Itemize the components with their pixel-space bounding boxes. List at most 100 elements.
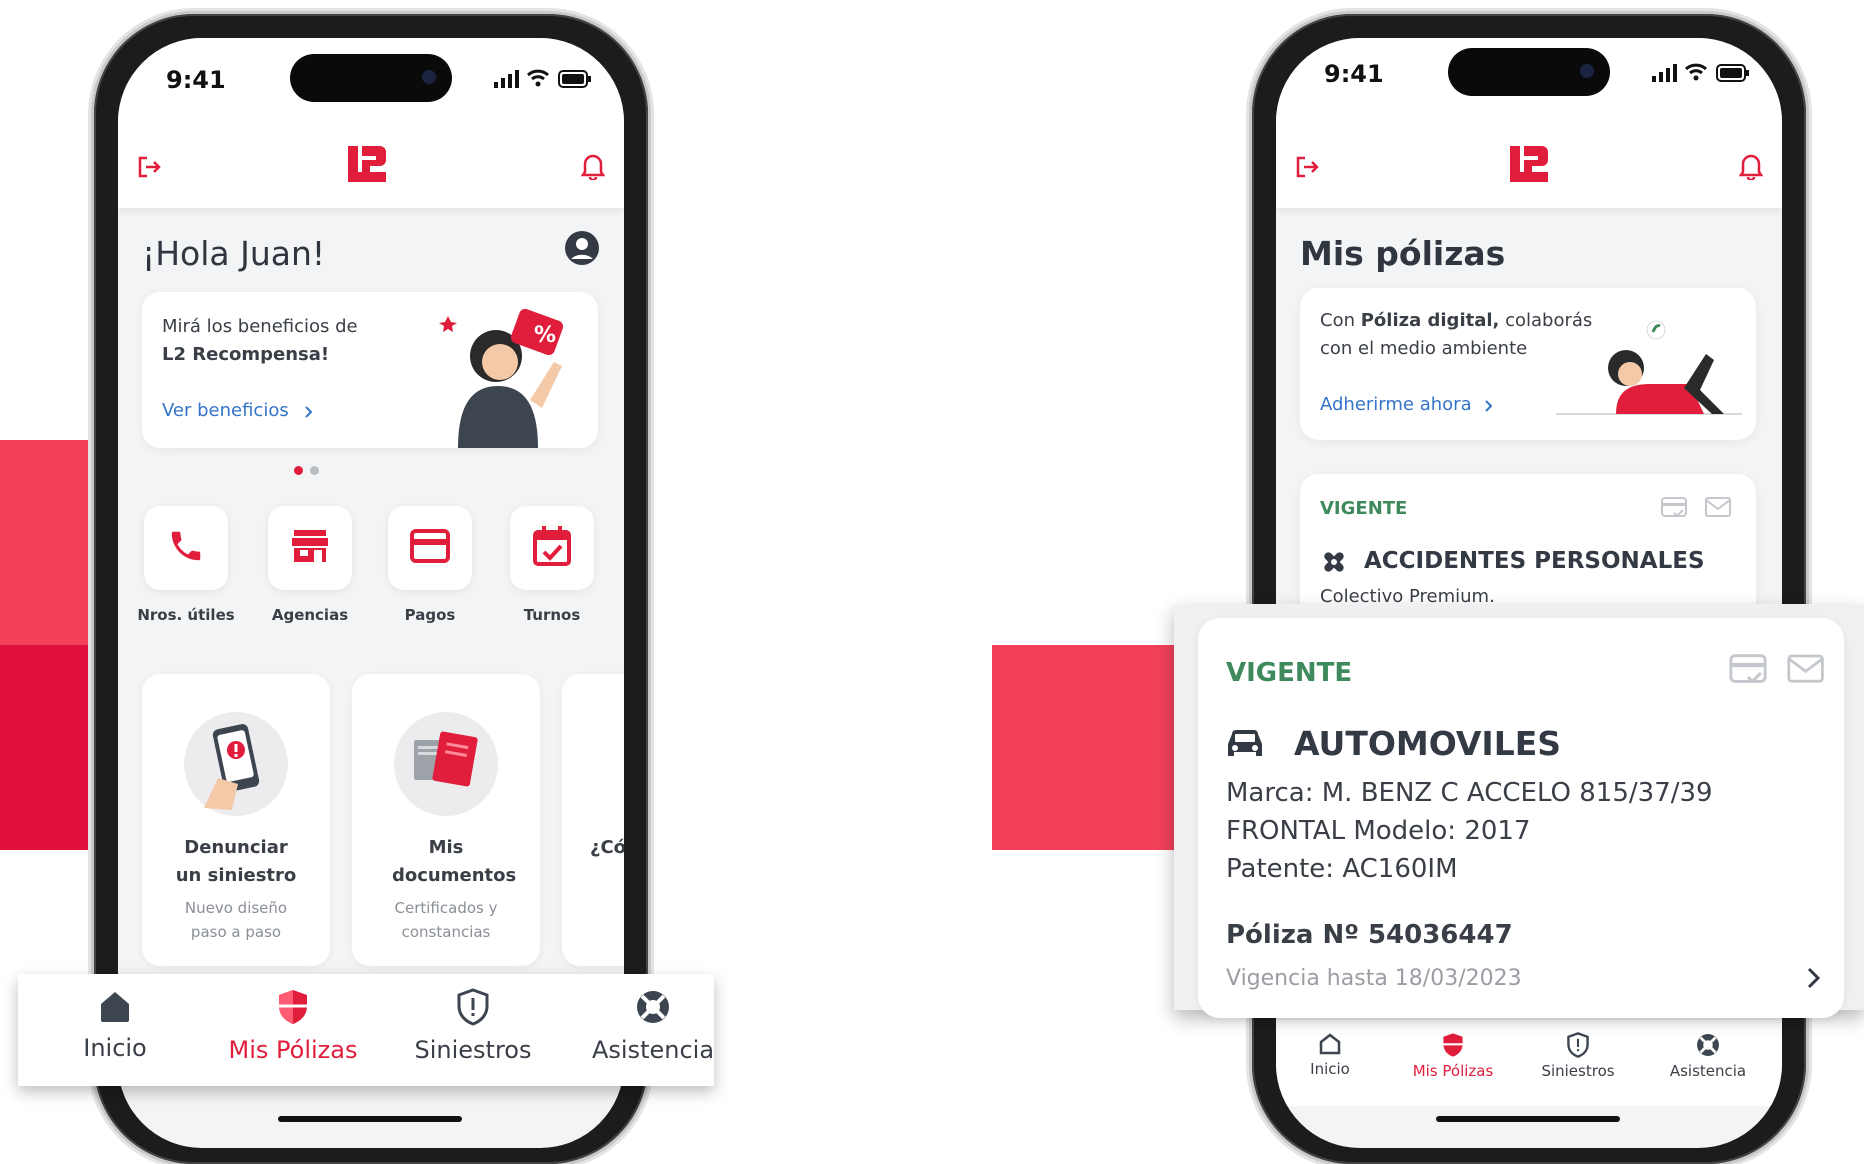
quick-action-label: Turnos <box>523 606 581 624</box>
adhere-now-link[interactable]: Adherirme ahora <box>1320 394 1472 415</box>
promo-banner[interactable]: Mirá los beneficios de L2 Recompensa! Ve… <box>142 292 598 448</box>
expanded-policy-panel: VIGENTE AUTOMOVILES Marca: M. BENZ C ACC… <box>1174 604 1864 1018</box>
policy-category: ACCIDENTES PERSONALES <box>1364 548 1705 574</box>
nav-item-asistencia[interactable]: Asistencia <box>578 988 728 1064</box>
banner-line2: con el medio ambiente <box>1320 338 1528 359</box>
digital-card-icon[interactable] <box>1728 652 1768 692</box>
battery-icon <box>1716 64 1750 86</box>
nav-label: Mis Pólizas <box>228 1036 358 1064</box>
percent-badge: % <box>534 323 556 348</box>
bell-icon[interactable] <box>580 152 606 184</box>
shield-alert-icon <box>456 988 490 1030</box>
app-header <box>1276 128 1782 208</box>
brand-logo <box>1508 144 1550 188</box>
feature-card-title: Denunciar un siniestro <box>175 837 297 886</box>
banner-bold: Póliza digital, <box>1360 310 1500 331</box>
see-benefits-link[interactable]: Ver beneficios <box>162 400 289 421</box>
calendar-check-icon <box>533 526 571 570</box>
feature-card-my-documents[interactable]: Mis documentos Certificados y constancia… <box>352 674 540 966</box>
decorative-red-block <box>992 645 1202 850</box>
policy-card-personal-accidents[interactable]: VIGENTE ACCIDENTES PERSONALES Colectivo … <box>1300 474 1756 624</box>
policy-number: Póliza Nº 54036447 <box>1226 920 1513 950</box>
wifi-icon <box>526 68 550 92</box>
credit-card-icon <box>410 529 450 567</box>
app-header <box>118 128 624 208</box>
lifebuoy-icon <box>634 991 672 1030</box>
nav-item-siniestros[interactable]: Siniestros <box>1526 1032 1630 1080</box>
home-indicator <box>1436 1116 1620 1122</box>
digital-card-icon[interactable] <box>1660 496 1688 524</box>
quick-action-phone[interactable] <box>144 506 228 590</box>
carousel-dot[interactable] <box>310 466 319 475</box>
nav-label: Siniestros <box>414 1036 532 1064</box>
digital-policy-banner[interactable]: Con Póliza digital, colaborás con el med… <box>1300 288 1756 440</box>
feature-card-report-claim[interactable]: Denunciar un siniestro Nuevo diseño paso… <box>142 674 330 966</box>
policy-plate-line: Patente: AC160IM <box>1226 854 1458 884</box>
phone-alert-illustration <box>184 712 288 816</box>
shield-icon <box>1441 1033 1465 1062</box>
woman-lying-illustration <box>1556 318 1742 422</box>
logout-icon[interactable] <box>136 154 162 184</box>
quick-action-label: Nros. útiles <box>137 606 235 624</box>
page-title: Mis pólizas <box>1300 234 1506 273</box>
wifi-icon <box>1684 62 1708 86</box>
quick-action-payments[interactable] <box>388 506 472 590</box>
car-icon <box>1226 728 1264 764</box>
nav-item-asistencia[interactable]: Asistencia <box>1656 1032 1760 1080</box>
shield-icon <box>276 990 310 1030</box>
quick-action-label: Pagos <box>404 606 456 624</box>
nav-label: Asistencia <box>591 1036 715 1064</box>
policy-valid-until: Vigencia hasta 18/03/2023 <box>1226 966 1522 991</box>
policy-model-line: FRONTAL Modelo: 2017 <box>1226 816 1531 846</box>
nav-item-inicio[interactable]: Inicio <box>1290 1032 1370 1078</box>
chevron-right-icon <box>304 404 314 423</box>
lifebuoy-icon <box>1695 1034 1721 1062</box>
chevron-right-icon <box>1484 398 1494 417</box>
logout-icon[interactable] <box>1294 154 1320 184</box>
nav-item-mis-polizas[interactable]: Mis Pólizas <box>208 988 378 1064</box>
signal-icon <box>494 70 520 92</box>
nav-item-mis-polizas[interactable]: Mis Pólizas <box>1396 1032 1510 1080</box>
status-bar: 9:41 <box>118 38 624 128</box>
policy-status-badge: VIGENTE <box>1320 498 1408 519</box>
carousel-dot-active[interactable] <box>294 466 303 475</box>
status-time: 9:41 <box>166 66 226 94</box>
bell-icon[interactable] <box>1738 152 1764 184</box>
email-send-icon[interactable] <box>1786 652 1828 692</box>
chevron-right-icon[interactable] <box>1806 966 1822 994</box>
nav-item-siniestros[interactable]: Siniestros <box>398 988 548 1064</box>
bandage-icon <box>1320 548 1348 580</box>
battery-icon <box>558 70 592 92</box>
store-icon <box>290 528 330 568</box>
quick-action-label: Agencias <box>271 606 349 624</box>
home-icon <box>97 992 133 1028</box>
email-send-icon[interactable] <box>1704 496 1734 524</box>
home-icon <box>1318 1033 1342 1060</box>
brand-logo <box>346 144 388 188</box>
profile-avatar-icon[interactable] <box>564 230 600 270</box>
feature-card-partial[interactable]: ¿Có <box>562 674 624 966</box>
promo-line2: L2 Recompensa! <box>162 344 330 365</box>
dynamic-island <box>1448 48 1610 96</box>
woman-discount-illustration: % <box>438 300 578 452</box>
phone-icon <box>167 527 205 569</box>
home-indicator <box>278 1116 462 1122</box>
banner-line1: Con Póliza digital, colaborás <box>1320 310 1592 331</box>
bottom-nav: Inicio Mis Pólizas Siniestros Asistencia <box>1276 1020 1782 1106</box>
status-time: 9:41 <box>1324 60 1384 88</box>
policy-brand-line: Marca: M. BENZ C ACCELO 815/37/39 <box>1226 778 1713 808</box>
signal-icon <box>1652 64 1678 86</box>
documents-illustration <box>394 712 498 816</box>
quick-action-agencies[interactable] <box>268 506 352 590</box>
policy-card-automoviles[interactable]: VIGENTE AUTOMOVILES Marca: M. BENZ C ACC… <box>1198 618 1844 1018</box>
nav-item-inicio[interactable]: Inicio <box>56 988 174 1062</box>
nav-label: Inicio <box>1310 1060 1350 1078</box>
dynamic-island <box>290 54 452 102</box>
quick-action-appointments[interactable] <box>510 506 594 590</box>
bottom-nav-highlight: Inicio Mis Pólizas Siniestros Asistencia <box>18 974 714 1086</box>
banner-prefix: Con <box>1320 310 1361 331</box>
feature-card-subtitle: Certificados y constancias <box>394 899 498 941</box>
policy-category: AUTOMOVILES <box>1294 724 1562 763</box>
feature-card-subtitle: Nuevo diseño paso a paso <box>184 899 288 941</box>
feature-card-title: Mis documentos <box>392 837 517 886</box>
